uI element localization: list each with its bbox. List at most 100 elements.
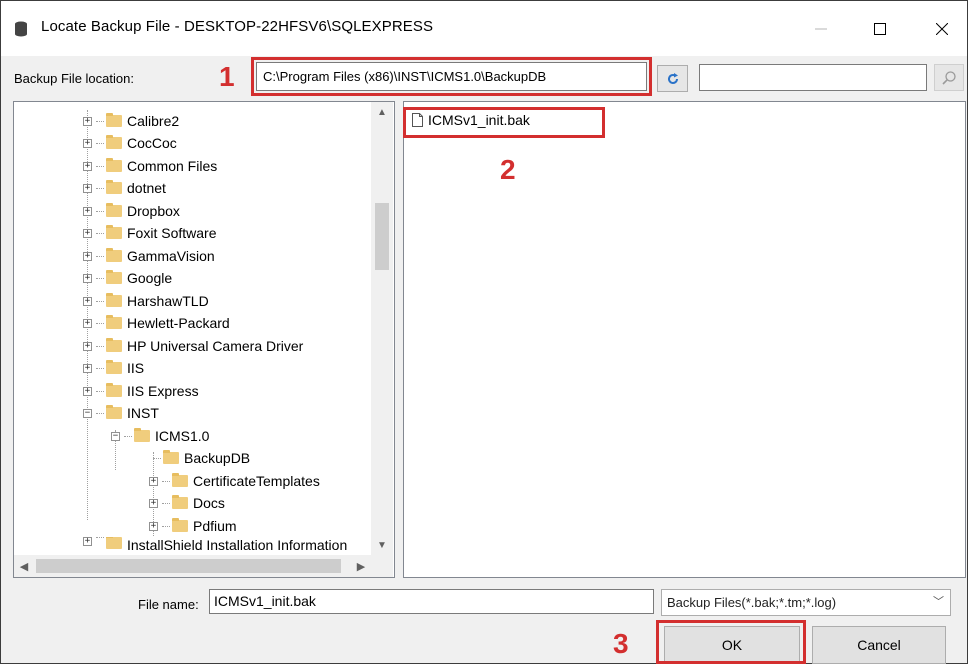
tree-item-label: BackupDB: [184, 450, 251, 466]
tree-item[interactable]: − ICMS1.0: [111, 425, 209, 447]
folder-icon: [106, 383, 122, 397]
tree-item-label: Pdfium: [193, 518, 237, 534]
tree-item-label: Common Files: [127, 158, 218, 174]
file-list[interactable]: ICMSv1_init.bak: [403, 101, 966, 578]
file-name-input[interactable]: ICMSv1_init.bak: [209, 589, 654, 614]
folder-icon: [106, 158, 122, 172]
maximize-icon: [874, 22, 886, 35]
tree-item[interactable]: + GammaVision: [83, 245, 215, 267]
minimize-button[interactable]: [798, 1, 844, 56]
tree-item[interactable]: + Google: [83, 267, 172, 289]
folder-icon: [106, 537, 122, 549]
scroll-left-icon[interactable]: ◀: [14, 555, 34, 577]
expand-icon[interactable]: +: [83, 183, 92, 193]
tree-item-label: INST: [127, 405, 159, 421]
tree-item-selected[interactable]: BackupDB: [149, 447, 250, 469]
scroll-right-icon[interactable]: ▶: [351, 555, 371, 577]
tree-vertical-scrollbar[interactable]: ▲ ▼: [371, 102, 393, 555]
tree-item[interactable]: + IIS Express: [83, 380, 199, 402]
dialog-window: Locate Backup File - DESKTOP-22HFSV6\SQL…: [0, 0, 968, 664]
tree-item-label: InstallShield Installation Information: [127, 537, 348, 551]
search-icon: [942, 70, 956, 85]
tree-item[interactable]: + Pdfium: [149, 515, 237, 537]
expand-icon[interactable]: +: [149, 476, 158, 486]
scroll-down-icon[interactable]: ▼: [371, 535, 393, 555]
folder-icon: [106, 270, 122, 284]
tree-item[interactable]: + InstallShield Installation Information: [83, 537, 347, 551]
expand-icon[interactable]: +: [149, 498, 158, 508]
folder-icon: [106, 135, 122, 149]
tree-item-label: Foxit Software: [127, 225, 217, 241]
tree-item[interactable]: − INST: [83, 402, 159, 424]
database-icon: [15, 21, 27, 37]
cancel-button[interactable]: Cancel: [812, 626, 946, 664]
annotation-box-ok: [656, 620, 806, 664]
tree-item-label: GammaVision: [127, 248, 215, 264]
tree-item-label: Calibre2: [127, 113, 180, 129]
tree-item[interactable]: + HP Universal Camera Driver: [83, 335, 303, 357]
tree-item[interactable]: + Common Files: [83, 155, 217, 177]
folder-icon: [106, 360, 122, 374]
tree-item[interactable]: + CertificateTemplates: [149, 470, 320, 492]
folder-icon: [172, 473, 188, 487]
folder-icon: [106, 113, 122, 127]
expand-icon[interactable]: +: [83, 251, 92, 261]
folder-icon: [163, 450, 179, 464]
tree-item-label: IIS Express: [127, 383, 199, 399]
expand-icon[interactable]: +: [83, 363, 92, 373]
search-button[interactable]: [934, 64, 964, 91]
annotation-box-location: [251, 57, 652, 96]
file-name-label: File name:: [138, 597, 199, 612]
search-input[interactable]: [699, 64, 927, 91]
expand-icon[interactable]: +: [83, 116, 92, 126]
tree-item[interactable]: + Hewlett-Packard: [83, 312, 230, 334]
tree-item[interactable]: + Calibre2: [83, 110, 179, 132]
tree-item[interactable]: + IIS: [83, 357, 144, 379]
scrollbar-thumb[interactable]: [375, 203, 389, 270]
expand-icon[interactable]: +: [83, 296, 92, 306]
scrollbar-corner: [371, 555, 393, 577]
maximize-button[interactable]: [857, 1, 903, 56]
expand-icon[interactable]: +: [83, 537, 92, 546]
scrollbar-thumb[interactable]: [36, 559, 341, 573]
expand-icon[interactable]: +: [83, 138, 92, 148]
expand-icon[interactable]: +: [83, 341, 92, 351]
expand-icon[interactable]: +: [83, 228, 92, 238]
close-button[interactable]: [919, 1, 965, 56]
tree-item[interactable]: + Docs: [149, 492, 225, 514]
file-type-select[interactable]: Backup Files(*.bak;*.tm;*.log) ﹀: [661, 589, 951, 616]
tree-item[interactable]: + Foxit Software: [83, 222, 216, 244]
expand-icon[interactable]: +: [83, 318, 92, 328]
tree-item[interactable]: + HarshawTLD: [83, 290, 209, 312]
folder-tree[interactable]: + Calibre2 + CocCoc + Common Files + dotnet …: [13, 101, 395, 578]
tree-item-label: IIS: [127, 360, 145, 376]
folder-icon: [172, 518, 188, 532]
tree-item-label: dotnet: [127, 180, 166, 196]
tree-item[interactable]: + Dropbox: [83, 200, 180, 222]
refresh-icon: [667, 72, 678, 84]
file-type-value: Backup Files(*.bak;*.tm;*.log): [667, 595, 837, 610]
scroll-up-icon[interactable]: ▲: [371, 102, 393, 122]
collapse-icon[interactable]: −: [83, 408, 92, 418]
backup-location-label: Backup File location:: [14, 71, 134, 86]
folder-icon: [106, 405, 122, 419]
tree-item[interactable]: + dotnet: [83, 177, 166, 199]
collapse-icon[interactable]: −: [111, 431, 120, 441]
folder-icon: [134, 428, 150, 442]
tree-item-label: CertificateTemplates: [193, 473, 320, 489]
folder-icon: [106, 338, 122, 352]
expand-icon[interactable]: +: [149, 521, 158, 531]
expand-icon[interactable]: +: [83, 206, 92, 216]
tree-item-label: Dropbox: [127, 203, 180, 219]
tree-item-label: Docs: [193, 495, 225, 511]
folder-icon: [106, 225, 122, 239]
close-icon: [936, 22, 948, 35]
refresh-button[interactable]: [657, 65, 688, 92]
tree-horizontal-scrollbar[interactable]: ◀ ▶: [14, 555, 371, 577]
expand-icon[interactable]: +: [83, 161, 92, 171]
annotation-box-file: [403, 107, 605, 138]
expand-icon[interactable]: +: [83, 386, 92, 396]
tree-item[interactable]: + CocCoc: [83, 132, 177, 154]
annotation-number: 3: [613, 628, 629, 659]
expand-icon[interactable]: +: [83, 273, 92, 283]
